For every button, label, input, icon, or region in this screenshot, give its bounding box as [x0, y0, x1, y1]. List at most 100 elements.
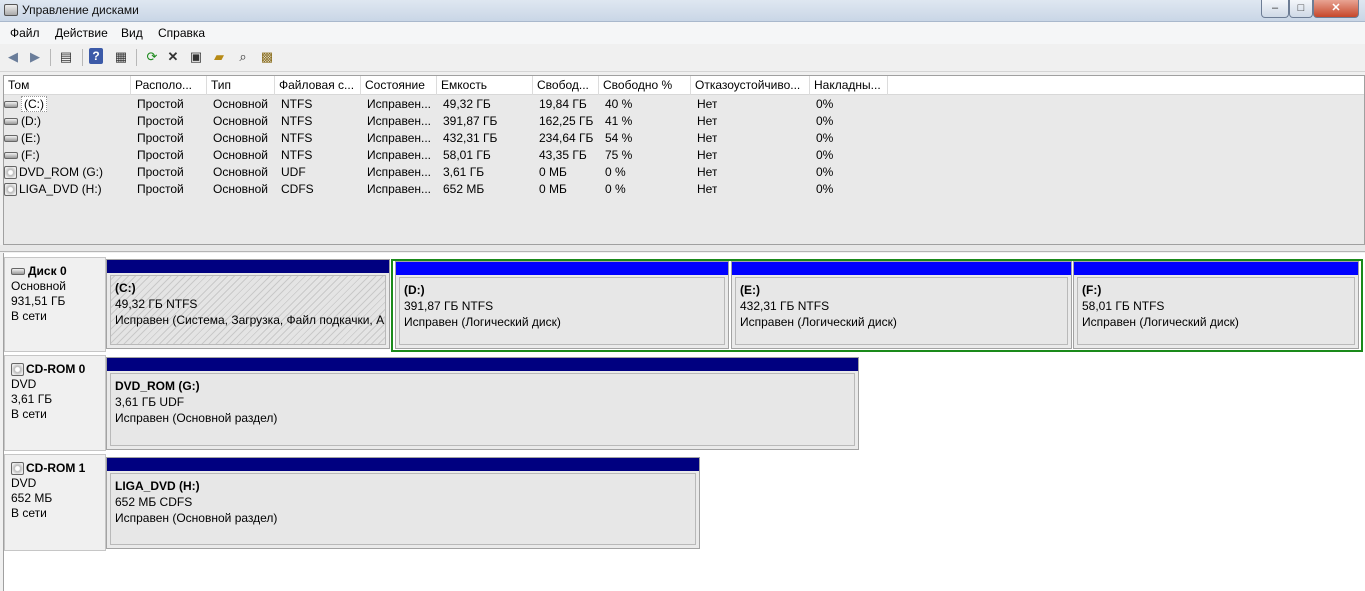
layout-cell: Простой	[137, 114, 184, 128]
pane-splitter[interactable]	[0, 245, 1365, 252]
partition-e[interactable]: (E:) 432,31 ГБ NTFS Исправен (Логический…	[731, 261, 1072, 349]
volume-row[interactable]: (E:) Простой Основной NTFS Исправен... 4…	[4, 130, 1364, 147]
close-button[interactable]: ✕	[1313, 0, 1359, 18]
fault-tolerance-cell: Нет	[697, 97, 718, 111]
cd-drive-icon	[11, 363, 24, 377]
forward-arrow-icon[interactable]: ▶	[26, 48, 44, 66]
properties-icon[interactable]: ▣	[187, 48, 205, 66]
free-space-cell: 162,25 ГБ	[539, 114, 594, 128]
overhead-cell: 0%	[816, 114, 834, 128]
hard-drive-icon	[4, 135, 18, 143]
partition-bar	[396, 262, 728, 275]
capacity-cell: 58,01 ГБ	[443, 148, 491, 162]
app-icon	[4, 4, 18, 16]
fault-tolerance-cell: Нет	[697, 182, 718, 196]
partition-status: Исправен (Основной раздел)	[115, 511, 278, 525]
volume-row[interactable]: (C:) Простой Основной NTFS Исправен... 4…	[4, 96, 1364, 113]
hard-drive-icon	[4, 152, 18, 160]
menu-bar: Файл Действие Вид Справка	[0, 22, 1365, 44]
menu-view[interactable]: Вид	[121, 26, 143, 40]
partition-body: (E:) 432,31 ГБ NTFS Исправен (Логический…	[735, 277, 1068, 345]
toolbar: ◀ ▶ ▤ ? ▦ ⟳ ✕ ▣ ▰ ⌕ ▩	[0, 44, 1365, 72]
disk-0-label[interactable]: Диск 0 Основной 931,51 ГБ В сети	[4, 257, 106, 352]
free-space-cell: 19,84 ГБ	[539, 97, 587, 111]
capacity-cell: 391,87 ГБ	[443, 114, 498, 128]
hard-drive-icon	[4, 101, 18, 109]
status-cell: Исправен...	[367, 148, 432, 162]
column-header-free-space[interactable]: Свобод...	[533, 76, 599, 95]
overhead-cell: 0%	[816, 182, 834, 196]
partition-bar	[1074, 262, 1358, 275]
type-cell: Основной	[213, 182, 269, 196]
partition-h[interactable]: LIGA_DVD (H:) 652 МБ CDFS Исправен (Осно…	[106, 457, 700, 549]
partition-bar	[107, 358, 858, 371]
wizard-icon[interactable]: ▩	[258, 48, 276, 66]
column-header-type[interactable]: Тип	[207, 76, 275, 95]
filesystem-cell: NTFS	[281, 148, 313, 162]
type-cell: Основной	[213, 148, 269, 162]
partition-name: (E:)	[740, 283, 760, 297]
partition-status: Исправен (Система, Загрузка, Файл подкач…	[115, 313, 386, 327]
partition-f[interactable]: (F:) 58,01 ГБ NTFS Исправен (Логический …	[1073, 261, 1359, 349]
console-tree-icon[interactable]: ▤	[57, 48, 75, 66]
menu-file[interactable]: Файл	[10, 26, 40, 40]
cdrom-1-label[interactable]: CD-ROM 1 DVD 652 МБ В сети	[4, 454, 106, 551]
free-space-cell: 0 МБ	[539, 165, 567, 179]
volume-row[interactable]: LIGA_DVD (H:) Простой Основной CDFS Испр…	[4, 181, 1364, 198]
back-arrow-icon[interactable]: ◀	[4, 48, 22, 66]
volume-name-cell: (E:)	[4, 130, 131, 147]
refresh-icon[interactable]: ⟳	[143, 48, 161, 66]
column-header-free-percent[interactable]: Свободно %	[599, 76, 691, 95]
column-header-filesystem[interactable]: Файловая с...	[275, 76, 361, 95]
filesystem-cell: NTFS	[281, 131, 313, 145]
free-percent-cell: 41 %	[605, 114, 633, 128]
maximize-button[interactable]: □	[1289, 0, 1313, 18]
status-cell: Исправен...	[367, 97, 432, 111]
partition-name: (C:)	[115, 281, 136, 295]
filesystem-cell: NTFS	[281, 114, 313, 128]
column-header-volume[interactable]: Том	[4, 76, 131, 95]
column-header-status[interactable]: Состояние	[361, 76, 437, 95]
delete-icon[interactable]: ✕	[164, 48, 182, 66]
column-header-layout[interactable]: Располо...	[131, 76, 207, 95]
menu-help[interactable]: Справка	[158, 26, 205, 40]
partition-status: Исправен (Логический диск)	[404, 315, 561, 329]
cd-drive-icon	[11, 462, 24, 476]
capacity-cell: 49,32 ГБ	[443, 97, 491, 111]
menu-action[interactable]: Действие	[55, 26, 108, 40]
overhead-cell: 0%	[816, 165, 834, 179]
properties-icon[interactable]: ▦	[112, 48, 130, 66]
cdrom-0-label[interactable]: CD-ROM 0 DVD 3,61 ГБ В сети	[4, 355, 106, 451]
column-header-overhead[interactable]: Накладны...	[810, 76, 888, 95]
help-icon[interactable]: ?	[89, 48, 103, 64]
overhead-cell: 0%	[816, 148, 834, 162]
volume-row[interactable]: (F:) Простой Основной NTFS Исправен... 5…	[4, 147, 1364, 164]
disk-name: Диск 0	[28, 264, 67, 278]
disk-type: DVD	[11, 377, 37, 391]
minimize-button[interactable]: –	[1261, 0, 1289, 18]
free-space-cell: 234,64 ГБ	[539, 131, 594, 145]
volume-name-cell: DVD_ROM (G:)	[4, 164, 131, 181]
free-space-cell: 43,35 ГБ	[539, 148, 587, 162]
partition-d[interactable]: (D:) 391,87 ГБ NTFS Исправен (Логический…	[395, 261, 729, 349]
hard-drive-icon	[11, 268, 25, 276]
partition-c[interactable]: (C:) 49,32 ГБ NTFS Исправен (Система, За…	[106, 259, 390, 349]
volume-row[interactable]: DVD_ROM (G:) Простой Основной UDF Исправ…	[4, 164, 1364, 181]
disk-status: В сети	[11, 506, 47, 520]
partition-g[interactable]: DVD_ROM (G:) 3,61 ГБ UDF Исправен (Основ…	[106, 357, 859, 450]
volume-row[interactable]: (D:) Простой Основной NTFS Исправен... 3…	[4, 113, 1364, 130]
column-header-capacity[interactable]: Емкость	[437, 76, 533, 95]
layout-cell: Простой	[137, 131, 184, 145]
column-header-fault-tolerance[interactable]: Отказоустойчиво...	[691, 76, 810, 95]
fault-tolerance-cell: Нет	[697, 165, 718, 179]
open-icon[interactable]: ▰	[210, 48, 228, 66]
volume-name-cell: LIGA_DVD (H:)	[4, 181, 131, 198]
partition-info: 432,31 ГБ NTFS	[740, 299, 830, 313]
partition-info: 3,61 ГБ UDF	[115, 395, 185, 409]
rescan-icon[interactable]: ⌕	[234, 48, 252, 66]
partition-body: (C:) 49,32 ГБ NTFS Исправен (Система, За…	[110, 275, 386, 345]
cd-drive-icon	[4, 166, 17, 180]
partition-bar	[732, 262, 1071, 275]
volume-name-cell: (D:)	[4, 113, 131, 130]
layout-cell: Простой	[137, 148, 184, 162]
